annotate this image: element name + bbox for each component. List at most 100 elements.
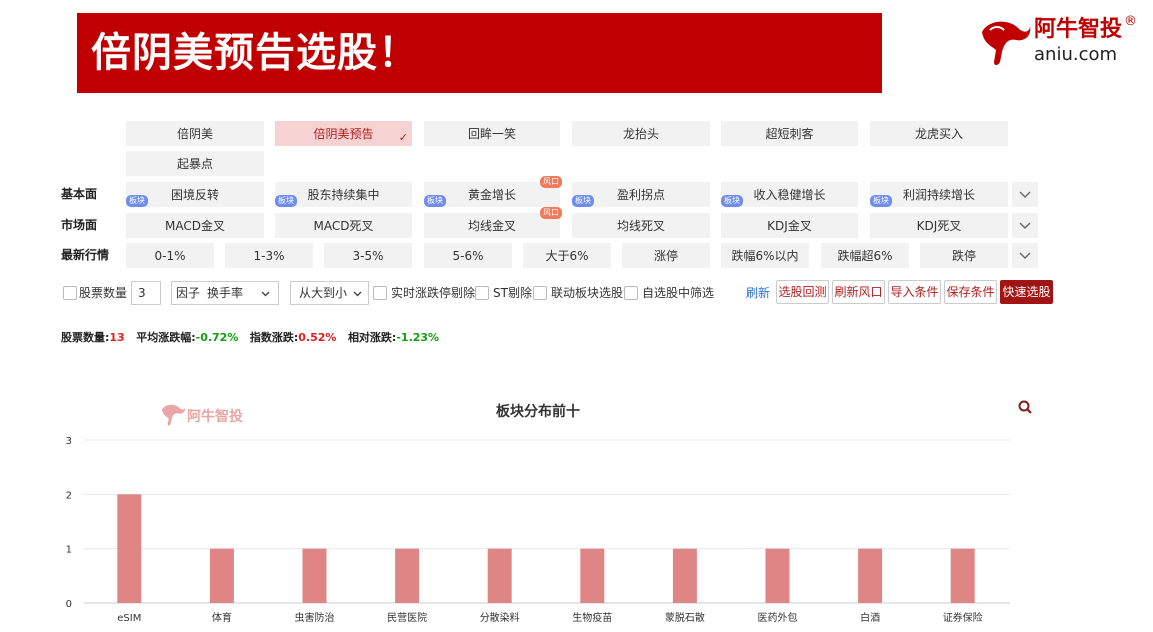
filter-chip-label: 盈利拐点 [616, 188, 665, 202]
quote-chip[interactable]: 跌幅超6% [821, 243, 909, 268]
strategy-chip[interactable]: 龙抬头 [572, 121, 710, 146]
quote-chip[interactable]: 涨停 [622, 243, 710, 268]
backtest-button[interactable]: 选股回测 [776, 280, 829, 304]
control-bar: 股票数量 3 因子 换手率 从大到小 实时涨跌停剔除 ST剔除 联动板块选股 自… [61, 280, 1061, 306]
check-icon: ✓ [398, 131, 408, 144]
filter-chip[interactable]: 黄金增长 板块 风口 [424, 176, 562, 207]
quick-select-button[interactable]: 快速选股 [1000, 280, 1053, 304]
linked-sector-label: 联动板块选股 [551, 286, 624, 300]
filter-chip[interactable]: MACD金叉 [126, 213, 264, 238]
sort-order-select[interactable]: 从大到小 [290, 281, 369, 305]
quote-chip[interactable]: 5-6% [424, 243, 512, 268]
strategy-chip[interactable]: 起暴点 [126, 151, 264, 176]
quote-chip[interactable]: 大于6% [523, 243, 611, 268]
x-tick-label: 体育 [212, 611, 232, 624]
filter-chip-label: 黄金增长 [467, 188, 516, 202]
quote-chip-label: 跌幅6%以内 [731, 249, 799, 263]
expand-fundamental-button[interactable] [1012, 182, 1038, 207]
strategy-chip-label: 倍阴美预告 [313, 127, 374, 141]
x-tick-label: 民营医院 [387, 611, 427, 624]
filter-chip[interactable]: 利润持续增长 板块 [870, 182, 1008, 207]
linked-sector-checkbox[interactable] [533, 286, 547, 300]
filter-chip[interactable]: 困境反转 板块 [126, 182, 264, 207]
y-tick-label: 2 [66, 490, 72, 501]
bar[interactable] [950, 548, 975, 603]
stock-count-label: 股票数量 [79, 286, 128, 300]
filter-chip[interactable]: KDJ金叉 [721, 213, 858, 238]
quote-chip-label: 0-1% [154, 248, 186, 263]
avg-change-label: 平均涨跌幅: [136, 331, 196, 344]
bull-logo-icon [161, 404, 186, 426]
bar[interactable] [302, 548, 327, 603]
bull-logo-icon [982, 21, 1031, 65]
bar[interactable] [395, 548, 420, 603]
stock-count-input[interactable]: 3 [131, 281, 161, 305]
realtime-remove-checkbox[interactable] [373, 286, 387, 300]
bar[interactable] [580, 548, 605, 603]
bar[interactable] [765, 548, 790, 603]
bar[interactable] [672, 548, 697, 603]
bar[interactable] [209, 548, 234, 603]
filter-chip[interactable]: MACD死叉 [275, 213, 412, 238]
st-remove-label: ST剔除 [493, 286, 532, 300]
index-change-value: 0.52% [298, 331, 337, 344]
bar[interactable] [117, 494, 142, 603]
bar[interactable] [858, 548, 883, 603]
filter-chip-label: 均线金叉 [467, 219, 516, 233]
strategy-chip-label: 超短刺客 [765, 127, 814, 141]
quote-chip-label: 1-3% [253, 248, 285, 263]
save-conditions-button[interactable]: 保存条件 [944, 280, 997, 304]
sector-tag: 板块 [572, 195, 594, 207]
quote-chip[interactable]: 0-1% [126, 243, 214, 268]
filter-chip[interactable]: 股东持续集中 板块 [275, 182, 412, 207]
strategy-chip-label: 倍阴美 [176, 127, 213, 141]
x-tick-label: 生物疫苗 [572, 611, 612, 624]
quote-chip[interactable]: 1-3% [225, 243, 313, 268]
quote-chip-label: 大于6% [545, 249, 589, 263]
expand-quote-button[interactable] [1012, 243, 1038, 268]
filter-chip-label: 均线死叉 [616, 219, 665, 233]
strategy-chip[interactable]: 超短刺客 [721, 121, 858, 146]
factor-select[interactable]: 因子 换手率 [171, 281, 279, 305]
chart-title: 板块分布前十 [496, 403, 580, 420]
hot-topic-badge: 风口 [540, 176, 562, 188]
quote-chip-label: 跌幅超6% [837, 249, 893, 263]
relative-change-value: -1.23% [396, 331, 440, 344]
quote-chip-label: 跌停 [951, 249, 976, 263]
strategy-chip[interactable]: 倍阴美 [126, 121, 264, 146]
quote-chip[interactable]: 3-5% [324, 243, 412, 268]
strategy-chip-label: 龙虎买入 [914, 127, 963, 141]
quote-chip-label: 5-6% [452, 248, 484, 263]
filter-chip[interactable]: 盈利拐点 板块 [572, 182, 710, 207]
x-tick-label: 白酒 [860, 611, 880, 624]
filter-chip[interactable]: 均线死叉 [572, 213, 710, 238]
filter-chip-label: 股东持续集中 [307, 188, 380, 202]
strategy-chip[interactable]: 龙虎买入 [870, 121, 1008, 146]
import-conditions-button[interactable]: 导入条件 [888, 280, 941, 304]
filter-chip[interactable]: 收入稳健增长 板块 [721, 182, 858, 207]
chevron-down-icon [1019, 222, 1031, 229]
logo-name: 阿牛智投 [1034, 17, 1123, 42]
strategy-chip[interactable]: 回眸一笑 [424, 121, 560, 146]
quote-chip[interactable]: 跌幅6%以内 [721, 243, 809, 268]
strategy-chip-selected[interactable]: 倍阴美预告 ✓ [275, 121, 412, 146]
avg-change-value: -0.72% [195, 331, 239, 344]
filter-chip[interactable]: 均线金叉 风口 [424, 207, 562, 238]
bar[interactable] [487, 548, 512, 603]
refresh-link[interactable]: 刷新 [746, 280, 770, 306]
st-remove-checkbox[interactable] [475, 286, 489, 300]
filter-chip[interactable]: KDJ死叉 [870, 213, 1008, 238]
filter-chip-label: KDJ死叉 [916, 219, 962, 233]
filter-chip-label: 困境反转 [170, 188, 219, 202]
expand-market-button[interactable] [1012, 213, 1038, 238]
x-tick-label: 蒙脱石散 [665, 611, 705, 624]
sector-tag: 板块 [721, 195, 743, 207]
stock-count-stat-value: 13 [109, 331, 125, 344]
brand-logo: 阿牛智投 ® aniu.com [978, 14, 1138, 74]
refresh-hotspot-button[interactable]: 刷新风口 [832, 280, 885, 304]
zoom-search-icon[interactable] [1018, 400, 1032, 414]
own-filter-checkbox[interactable] [624, 286, 638, 300]
stock-count-checkbox[interactable] [63, 286, 77, 300]
quote-chip[interactable]: 跌停 [920, 243, 1008, 268]
realtime-remove-label: 实时涨跌停剔除 [391, 286, 476, 300]
